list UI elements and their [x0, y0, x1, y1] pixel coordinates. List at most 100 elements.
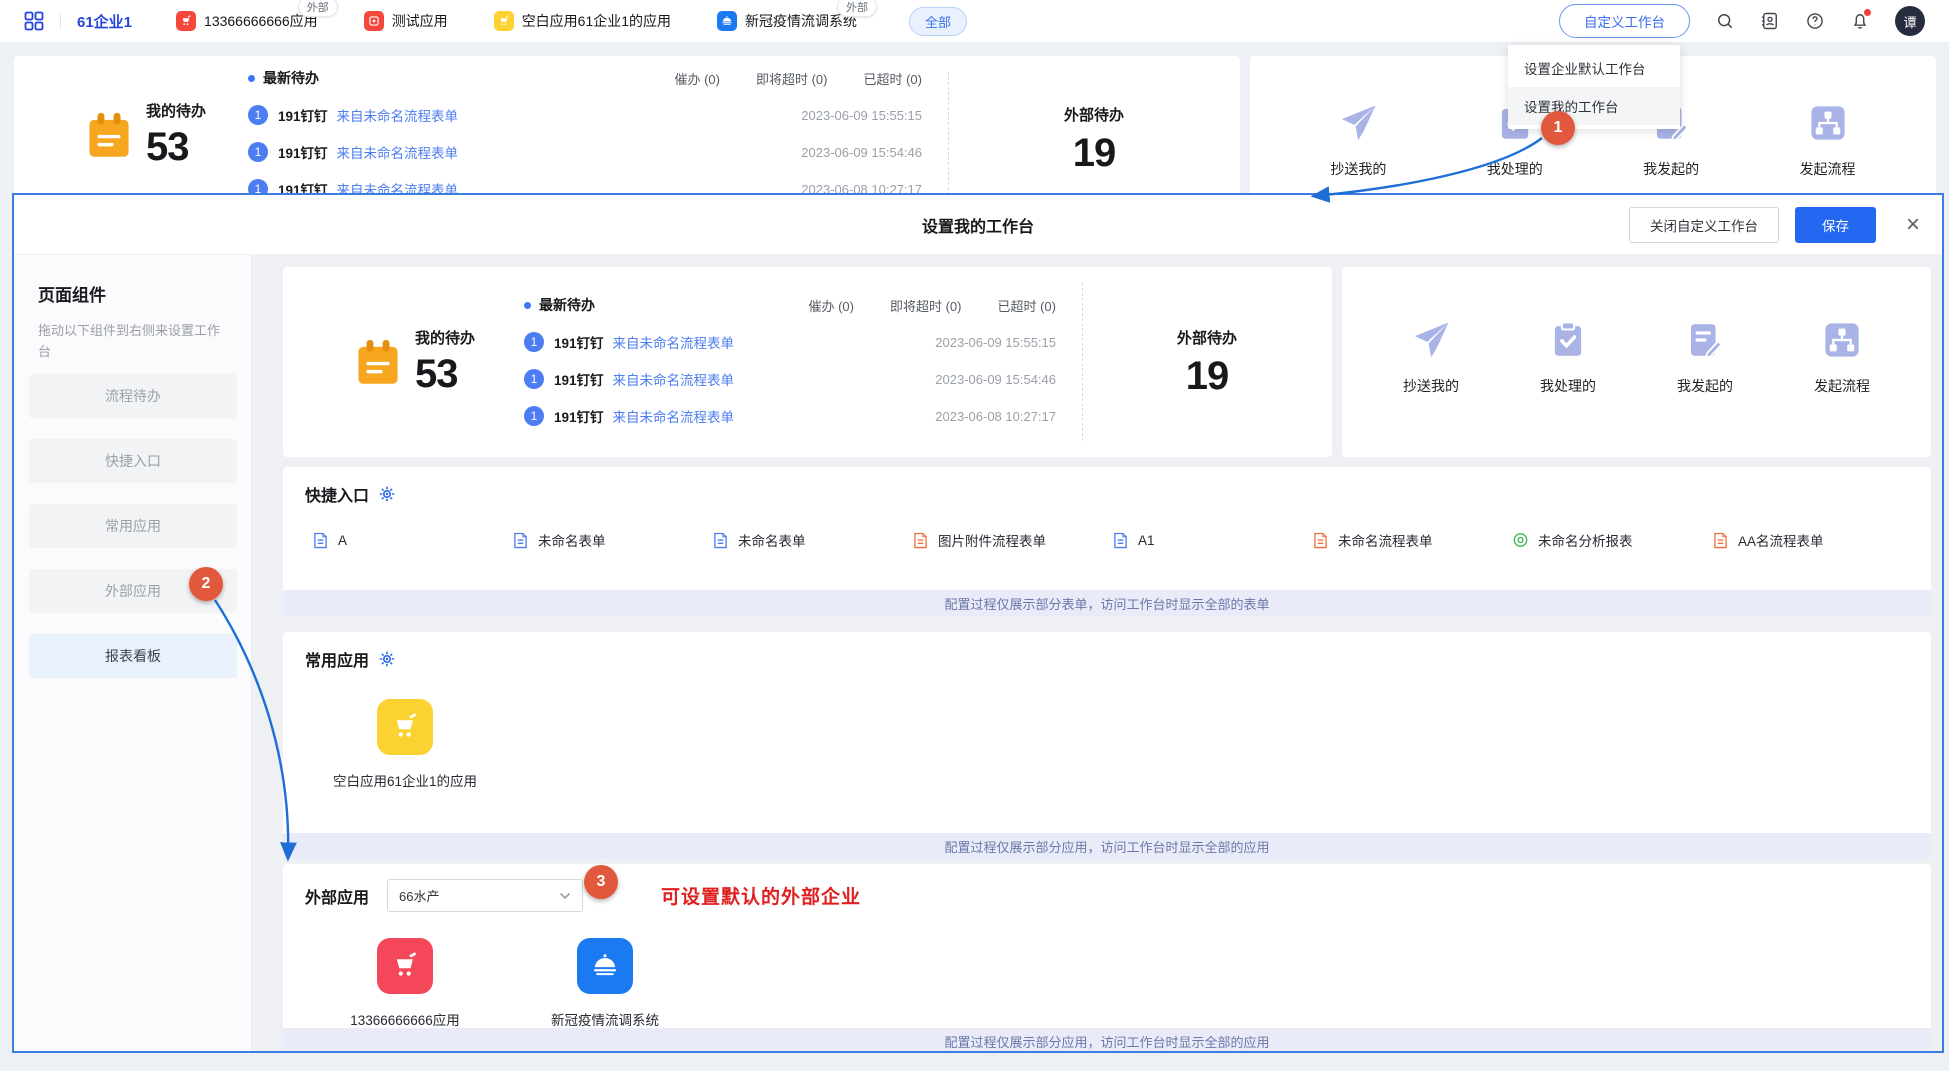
- filter-soon-overdue[interactable]: 即将超时 (0): [756, 69, 828, 88]
- source-link[interactable]: 来自未命名流程表单: [337, 105, 459, 125]
- tab-app-4[interactable]: 新冠疫情流调系统 外部: [717, 11, 857, 31]
- set-my-workbench-modal: 设置我的工作台 关闭自定义工作台 保存 × 页面组件 拖动以下组件到右侧来设置工…: [12, 193, 1944, 1053]
- component-flow-todo[interactable]: 流程待办: [29, 374, 237, 418]
- app-covid-system[interactable]: 新冠疫情流调系统: [505, 938, 705, 1029]
- filter-urge[interactable]: 催办 (0): [808, 296, 854, 315]
- count-badge: 1: [524, 369, 544, 389]
- top-bar: 61企业1 13366666666应用 外部 测试应用 空白应用61企业1的应用: [0, 0, 1949, 42]
- action-cc-to-me[interactable]: 抄送我的: [1310, 102, 1406, 179]
- menu-item-set-enterprise-default[interactable]: 设置企业默认工作台: [1508, 49, 1680, 87]
- count-badge: 1: [248, 105, 268, 125]
- close-icon[interactable]: ×: [1906, 213, 1920, 237]
- action-started-by-me[interactable]: 我发起的: [1657, 319, 1753, 396]
- quick-entry-item[interactable]: A1: [1105, 530, 1305, 550]
- action-start-flow[interactable]: 发起流程: [1794, 319, 1890, 396]
- filter-overdue[interactable]: 已超时 (0): [997, 296, 1056, 315]
- chevron-down-icon: [559, 892, 571, 900]
- tab-app-2[interactable]: 测试应用: [364, 11, 448, 31]
- customize-workbench-button[interactable]: 自定义工作台: [1559, 4, 1690, 38]
- action-handled-by-me[interactable]: 我处理的: [1520, 319, 1616, 396]
- latest-todo-label: 最新待办: [248, 68, 319, 88]
- quick-entry-item[interactable]: AA名流程表单: [1705, 530, 1905, 550]
- test-app-icon: [364, 11, 384, 31]
- workbench-grid-icon[interactable]: [24, 11, 44, 31]
- notification-bell-icon[interactable]: [1850, 11, 1870, 31]
- component-report-board[interactable]: 报表看板: [29, 634, 237, 678]
- form-icon: [313, 532, 328, 549]
- todo-row[interactable]: 1 191钉钉 来自未命名流程表单 2023-06-09 15:54:46: [524, 369, 1056, 389]
- quick-entry-item[interactable]: A: [305, 530, 505, 550]
- todo-row[interactable]: 1 191钉钉 来自未命名流程表单 2023-06-09 15:55:15: [248, 105, 922, 125]
- form-icon: [1113, 532, 1128, 549]
- report-icon: [1513, 532, 1528, 548]
- menu-item-set-my-workbench[interactable]: 设置我的工作台: [1508, 87, 1680, 125]
- app-tabs: 13366666666应用 外部 测试应用 空白应用61企业1的应用 新冠疫情流…: [176, 11, 857, 31]
- avatar[interactable]: 谭: [1895, 6, 1925, 36]
- quick-entry-item[interactable]: 未命名表单: [505, 530, 705, 550]
- latest-todo-list: 最新待办 催办 (0) 即将超时 (0) 已超时 (0) 1 191钉钉 来自未…: [242, 56, 948, 193]
- todo-row[interactable]: 1 191钉钉 来自未命名流程表单 2023-06-08 10:27:17: [248, 179, 922, 193]
- external-apps-title: 外部应用: [305, 884, 369, 908]
- page-components-sidebar: 页面组件 拖动以下组件到右侧来设置工作台 流程待办 快捷入口 常用应用 外部应用…: [14, 255, 252, 1051]
- latest-todo-list: 最新待办 催办 (0) 即将超时 (0) 已超时 (0) 1 191钉钉 来自未…: [518, 267, 1082, 457]
- quick-entry-item[interactable]: 未命名表单: [705, 530, 905, 550]
- close-customize-button[interactable]: 关闭自定义工作台: [1629, 207, 1779, 243]
- external-badge: 外部: [298, 0, 338, 17]
- save-button[interactable]: 保存: [1795, 207, 1876, 243]
- quick-entry-item[interactable]: 图片附件流程表单: [905, 530, 1105, 550]
- my-todo-summary[interactable]: 我的待办 53: [14, 56, 242, 193]
- divider: [60, 13, 61, 29]
- quick-entry-item[interactable]: 未命名流程表单: [1305, 530, 1505, 550]
- common-apps-section: 常用应用 空白应用61企业1的应用 配置过程仅展示部分应用，访问工作台时显示全部…: [283, 632, 1931, 859]
- external-todo-summary[interactable]: 外部待办 19: [1082, 267, 1332, 457]
- todo-row[interactable]: 1 191钉钉 来自未命名流程表单 2023-06-08 10:27:17: [524, 406, 1056, 426]
- tab-app-3[interactable]: 空白应用61企业1的应用: [494, 11, 671, 31]
- cloche-app-icon: [577, 938, 633, 994]
- contacts-icon[interactable]: [1760, 11, 1780, 31]
- component-external-apps[interactable]: 外部应用: [29, 569, 237, 613]
- blue-dot: [524, 302, 531, 309]
- external-apps-footer-note: 配置过程仅展示部分应用，访问工作台时显示全部的应用: [283, 1028, 1931, 1051]
- component-common-apps[interactable]: 常用应用: [29, 504, 237, 548]
- source-link[interactable]: 来自未命名流程表单: [613, 406, 735, 426]
- action-cc-to-me[interactable]: 抄送我的: [1383, 319, 1479, 396]
- todo-row[interactable]: 1 191钉钉 来自未命名流程表单 2023-06-09 15:55:15: [524, 332, 1056, 352]
- my-todo-count: 53: [146, 125, 206, 170]
- gear-icon[interactable]: [379, 651, 395, 667]
- doc-edit-icon: [1684, 319, 1726, 361]
- external-todo-summary[interactable]: 外部待办 19: [948, 56, 1240, 193]
- modal-actions-card: 抄送我的 我处理的 我发起的 发起流程: [1342, 267, 1931, 457]
- help-icon[interactable]: [1805, 11, 1825, 31]
- modal-main: 我的待办 53 最新待办 催办 (0) 即将超时 (0) 已超时 (0): [252, 255, 1942, 1051]
- modal-todo-card: 我的待办 53 最新待办 催办 (0) 即将超时 (0) 已超时 (0): [283, 267, 1332, 457]
- app-13366666666[interactable]: 13366666666应用: [305, 938, 505, 1029]
- filter-urge[interactable]: 催办 (0): [674, 69, 720, 88]
- gear-icon[interactable]: [379, 486, 395, 502]
- source-link[interactable]: 来自未命名流程表单: [613, 369, 735, 389]
- filter-soon-overdue[interactable]: 即将超时 (0): [890, 296, 962, 315]
- notification-dot: [1864, 9, 1871, 16]
- quick-entry-item[interactable]: 未命名分析报表: [1505, 530, 1705, 550]
- external-company-select[interactable]: 66水产: [387, 879, 583, 912]
- source-link[interactable]: 来自未命名流程表单: [337, 179, 459, 193]
- todo-row[interactable]: 1 191钉钉 来自未命名流程表单 2023-06-09 15:54:46: [248, 142, 922, 162]
- tab-label: 测试应用: [392, 11, 448, 31]
- tab-label: 空白应用61企业1的应用: [522, 11, 671, 31]
- all-apps-pill[interactable]: 全部: [909, 7, 967, 36]
- company-name-link[interactable]: 61企业1: [77, 11, 132, 32]
- component-quick-entry[interactable]: 快捷入口: [29, 439, 237, 483]
- my-todo-summary[interactable]: 我的待办 53: [283, 267, 518, 457]
- paper-plane-icon: [1410, 319, 1452, 361]
- external-apps-section: 外部应用 66水产 可设置默认的外部企业 13366666666应用: [283, 864, 1931, 1051]
- action-start-flow[interactable]: 发起流程: [1780, 102, 1876, 179]
- quick-entry-section: 快捷入口 A 未命名表单 未命名表单: [283, 467, 1931, 616]
- form-icon: [513, 532, 528, 549]
- source-link[interactable]: 来自未命名流程表单: [337, 142, 459, 162]
- app-blank-app[interactable]: 空白应用61企业1的应用: [305, 699, 505, 790]
- source-link[interactable]: 来自未命名流程表单: [613, 332, 735, 352]
- count-badge: 1: [524, 332, 544, 352]
- search-icon[interactable]: [1715, 11, 1735, 31]
- background-todo-card: 我的待办 53 最新待办 催办 (0) 即将超时 (0) 已超时 (0) 1 1…: [14, 56, 1240, 193]
- tab-app-1[interactable]: 13366666666应用 外部: [176, 11, 318, 31]
- filter-overdue[interactable]: 已超时 (0): [863, 69, 922, 88]
